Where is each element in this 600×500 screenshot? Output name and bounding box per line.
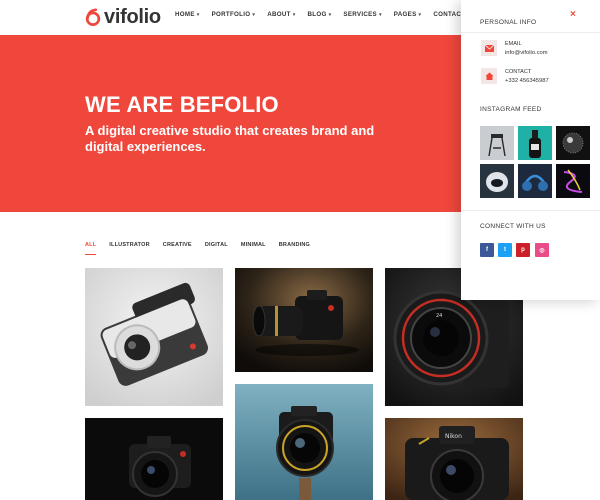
email-icon (481, 40, 497, 56)
nav-services[interactable]: SERVICES ▾ (343, 11, 381, 18)
nav-blog[interactable]: BLOG ▾ (308, 11, 332, 18)
nav-services-label: SERVICES (343, 11, 377, 18)
camera-icon: Nikon (385, 418, 523, 500)
brand-name: vifolio (104, 6, 161, 28)
logo-mark-icon (85, 8, 101, 26)
instagram-image (556, 164, 590, 198)
filter-all[interactable]: ALL (85, 242, 97, 255)
gallery-item-white-camera[interactable] (85, 268, 223, 406)
portfolio-filters: ALL ILLUSTRATOR CREATIVE DIGITAL MINIMAL… (85, 242, 310, 255)
pinterest-button[interactable]: p (516, 243, 530, 257)
home-icon (485, 72, 493, 80)
nav-home[interactable]: HOME ▾ (175, 11, 200, 18)
chevron-down-icon: ▾ (418, 11, 422, 18)
twitter-icon: t (504, 247, 506, 253)
twitter-button[interactable]: t (498, 243, 512, 257)
filter-branding[interactable]: BRANDING (279, 242, 310, 248)
close-icon[interactable]: × (570, 9, 576, 20)
email-label: EMAIL (505, 41, 522, 47)
contact-value[interactable]: +332 456345987 (505, 78, 549, 84)
instagram-feed-title: INSTAGRAM FEED (480, 106, 542, 113)
contact-icon (481, 68, 497, 84)
camera-icon (85, 418, 223, 500)
nav-about[interactable]: ABOUT ▾ (267, 11, 295, 18)
main-nav: HOME ▾ PORTFOLIO ▾ ABOUT ▾ BLOG ▾ SERVICES ▾ … (175, 11, 476, 18)
instagram-thumb-helmet[interactable] (480, 164, 514, 198)
gallery-item-nikon[interactable]: Nikon (385, 418, 523, 500)
envelope-icon (484, 44, 494, 52)
personal-info-title: PERSONAL INFO (480, 19, 537, 26)
chevron-down-icon: ▾ (378, 11, 382, 18)
gallery-item-camera-tripod[interactable] (235, 384, 373, 500)
instagram-thumb-bottle[interactable] (518, 126, 552, 160)
nav-home-label: HOME (175, 11, 195, 18)
contact-label: CONTACT (505, 69, 532, 75)
facebook-button[interactable]: f (480, 243, 494, 257)
brand-logo[interactable]: vifolio (84, 5, 161, 29)
instagram-thumb-disco[interactable] (556, 126, 590, 160)
nav-pages[interactable]: PAGES ▾ (394, 11, 422, 18)
instagram-image (556, 126, 590, 160)
gallery-item-dslr-black[interactable] (85, 418, 223, 500)
nav-portfolio[interactable]: PORTFOLIO ▾ (212, 11, 256, 18)
connect-title: CONNECT WITH US (480, 223, 546, 230)
camera-icon (235, 384, 373, 500)
nav-blog-label: BLOG (307, 11, 327, 18)
instagram-image (518, 126, 552, 160)
pinterest-icon: p (521, 247, 525, 253)
email-value[interactable]: info@vifolio.com (505, 50, 548, 56)
instagram-thumb-stool[interactable] (480, 126, 514, 160)
filter-creative[interactable]: CREATIVE (163, 242, 192, 248)
dribbble-button[interactable]: ◎ (535, 243, 549, 257)
chevron-down-icon: ▾ (292, 11, 296, 18)
side-info-panel: × PERSONAL INFO EMAIL info@vifolio.com C… (461, 0, 600, 300)
facebook-icon: f (486, 247, 488, 253)
chevron-down-icon: ▾ (252, 11, 256, 18)
gallery-item-dslr-dark[interactable] (235, 268, 373, 372)
hero-subtitle: A digital creative studio that creates b… (85, 123, 375, 154)
svg-text:Nikon: Nikon (445, 433, 462, 440)
camera-icon (85, 268, 223, 406)
camera-icon (235, 268, 373, 372)
filter-digital[interactable]: DIGITAL (205, 242, 228, 248)
chevron-down-icon: ▾ (328, 11, 332, 18)
divider (461, 32, 600, 33)
filter-illustrator[interactable]: ILLUSTRATOR (109, 242, 150, 248)
divider (461, 210, 600, 211)
instagram-thumb-neon[interactable] (556, 164, 590, 198)
svg-text:24: 24 (436, 313, 442, 319)
hero-title: WE ARE BEFOLIO (85, 92, 279, 117)
filter-minimal[interactable]: MINIMAL (241, 242, 266, 248)
dribbble-icon: ◎ (539, 247, 545, 254)
instagram-image (518, 164, 552, 198)
nav-portfolio-label: PORTFOLIO (211, 11, 251, 18)
instagram-image (480, 164, 514, 198)
instagram-image (480, 126, 514, 160)
instagram-thumb-headphones[interactable] (518, 164, 552, 198)
nav-about-label: ABOUT (267, 11, 291, 18)
chevron-down-icon: ▾ (196, 11, 200, 18)
nav-pages-label: PAGES (393, 11, 417, 18)
